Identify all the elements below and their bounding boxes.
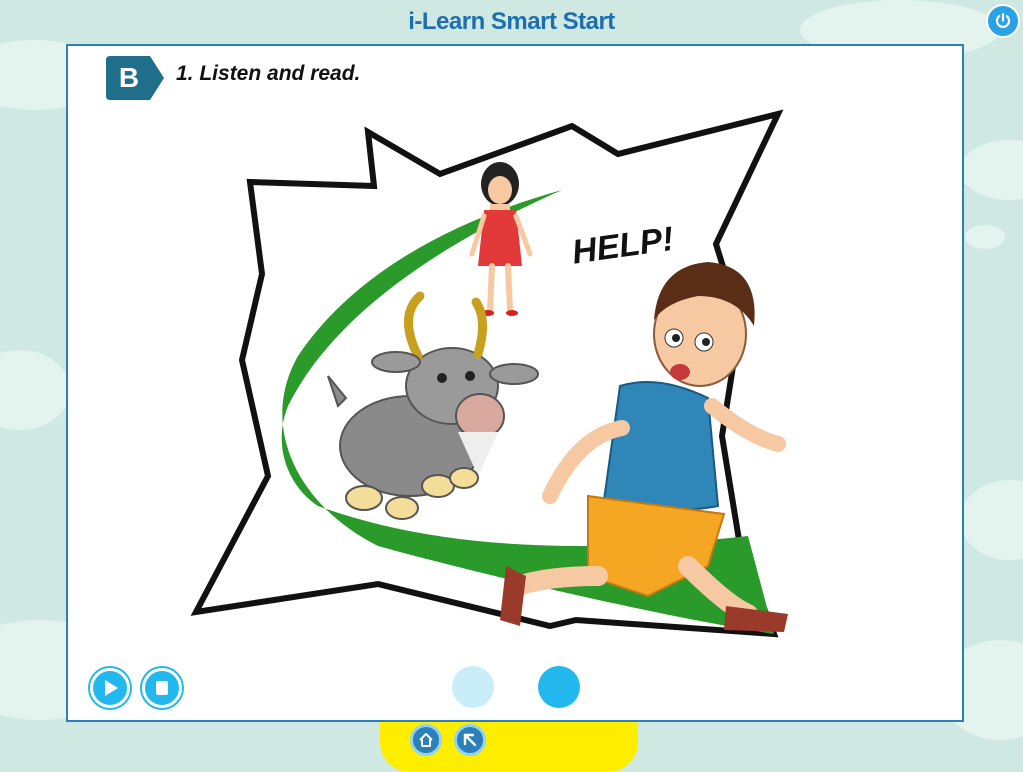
back-button[interactable] [454, 724, 486, 756]
background-cloud [960, 480, 1023, 560]
exercise-panel: B 1. Listen and read. HELP! [66, 44, 964, 722]
play-icon [105, 680, 118, 696]
background-cloud [960, 140, 1023, 200]
bottom-nav-bar [380, 722, 638, 772]
exercise-instruction: 1. Listen and read. [176, 62, 361, 85]
background-cloud [0, 350, 70, 430]
stop-icon [156, 681, 168, 695]
back-arrow-icon [463, 733, 477, 747]
stop-button[interactable] [142, 668, 182, 708]
page-dot-1[interactable] [452, 666, 494, 708]
home-icon [419, 733, 433, 747]
section-badge: B [106, 56, 166, 100]
app-title: i-Learn Smart Start [408, 8, 615, 35]
power-icon [995, 12, 1011, 28]
play-button[interactable] [90, 668, 130, 708]
section-letter: B [118, 62, 140, 93]
page-dot-2[interactable] [538, 666, 580, 708]
background-cloud [965, 225, 1005, 249]
power-button[interactable] [986, 4, 1020, 38]
home-button[interactable] [410, 724, 442, 756]
comic-illustration: HELP! [190, 109, 788, 638]
